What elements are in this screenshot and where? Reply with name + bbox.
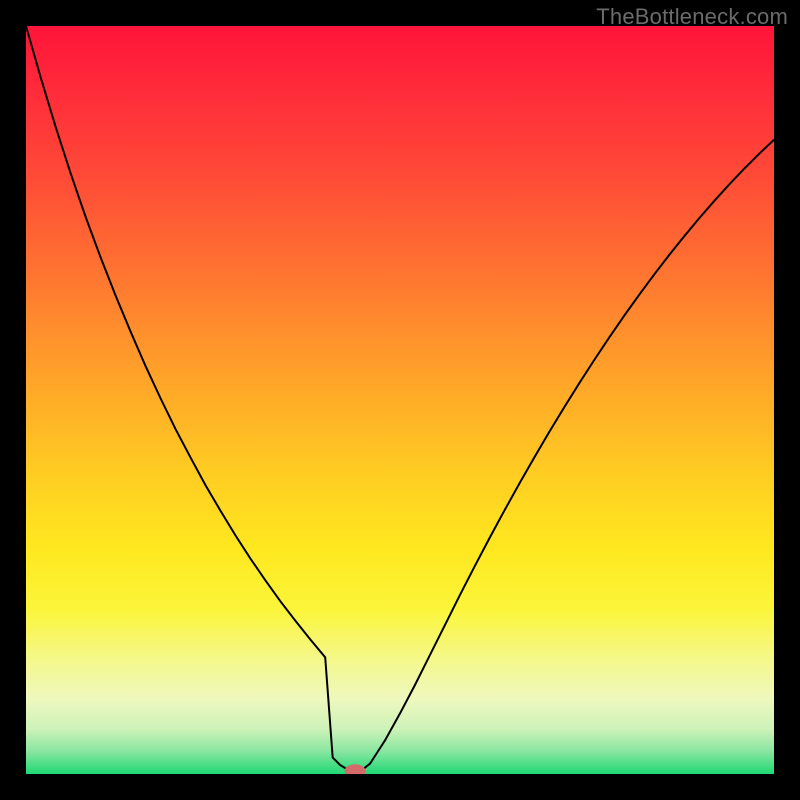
gradient-background <box>26 26 774 774</box>
chart-frame: TheBottleneck.com <box>0 0 800 800</box>
watermark-text: TheBottleneck.com <box>596 4 788 30</box>
bottleneck-chart <box>26 26 774 774</box>
